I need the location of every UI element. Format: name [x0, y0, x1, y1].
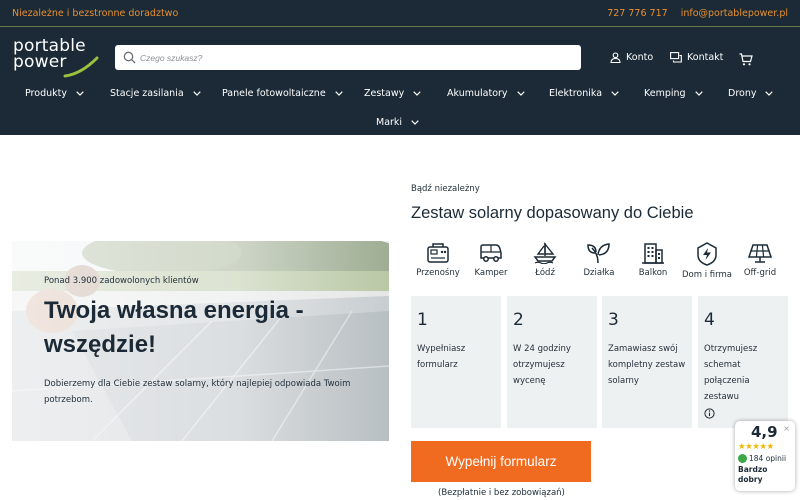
step-number: 3 — [608, 310, 619, 330]
rating-stars: ★★★★★ — [738, 442, 774, 452]
category-przenosny[interactable]: Przenośny — [408, 242, 468, 278]
chevron-down-icon — [192, 91, 201, 96]
nav-item-akumulatory[interactable]: Akumulatory — [447, 88, 525, 99]
category-kamper[interactable]: Kamper — [461, 242, 521, 278]
nav-label: Stacje zasilania — [110, 88, 184, 99]
rating-count: 184 opinii — [738, 454, 786, 463]
bolt-shield-icon — [697, 242, 717, 266]
chevron-down-icon — [76, 91, 84, 96]
main-navigation: Produkty Stacje zasilania Panele fotowol… — [0, 88, 800, 128]
nav-label: Marki — [376, 117, 403, 128]
nav-label: Elektronika — [549, 88, 603, 99]
chevron-down-icon — [411, 120, 419, 125]
building-icon — [642, 243, 664, 264]
camper-icon — [480, 244, 502, 262]
nav-label: Akumulatory — [447, 88, 508, 99]
category-label: Balkon — [638, 268, 668, 278]
nav-label: Zestawy — [364, 88, 405, 99]
chevron-down-icon — [413, 91, 421, 96]
step-card-1: 1 Wypełniasz formularz — [411, 296, 501, 428]
step-number: 2 — [513, 310, 524, 330]
nav-label: Kemping — [644, 88, 686, 99]
offer-title: Zestaw solarny dopasowany do Ciebie — [411, 204, 694, 222]
nav-item-panele-fotowoltaiczne[interactable]: Panele fotowoltaiczne — [222, 88, 343, 99]
nav-item-marki[interactable]: Marki — [376, 117, 419, 128]
hero-description: Dobierzemy dla Ciebie zestaw solarny, kt… — [44, 379, 351, 405]
offer-eyebrow: Bądź niezależny — [411, 184, 480, 194]
chevron-down-icon — [694, 91, 703, 96]
topbar-contacts: 727 776 717 info@portablepower.pl — [597, 8, 788, 19]
chevron-down-icon — [516, 91, 525, 96]
rating-count-label: 184 opinii — [749, 454, 787, 463]
topbar-tagline: Niezależne i bezstronne doradztwo — [12, 8, 179, 19]
category-label: Off-grid — [743, 268, 777, 278]
nav-label: Drony — [728, 88, 757, 99]
info-icon[interactable] — [704, 408, 715, 419]
hero-title: Twoja własna energia - wszędzie! — [44, 297, 304, 358]
category-dom-i-firma[interactable]: Dom i firma — [677, 242, 737, 280]
category-lodz[interactable]: Łódź — [515, 242, 575, 278]
step-number: 1 — [417, 310, 428, 330]
chevron-down-icon — [611, 91, 619, 96]
category-label: Przenośny — [416, 268, 460, 278]
search-icon — [123, 51, 136, 64]
portable-station-icon — [427, 243, 449, 263]
step-text: Otrzymujesz schemat połączenia zestawu — [704, 344, 758, 402]
category-label: Dom i firma — [682, 270, 732, 280]
fill-form-button[interactable]: Wypełnij formularz — [411, 441, 591, 482]
search-bar — [115, 45, 581, 70]
nav-item-drony[interactable]: Drony — [728, 88, 774, 99]
cart-button[interactable] — [739, 51, 753, 70]
nav-item-kemping[interactable]: Kemping — [644, 88, 703, 99]
contact-link[interactable]: Kontakt — [670, 52, 723, 63]
nav-label: Panele fotowoltaiczne — [222, 88, 326, 99]
category-off-grid[interactable]: Off-grid — [730, 242, 790, 278]
rating-score: 4,9 — [751, 423, 778, 441]
step-card-2: 2 W 24 godziny otrzymujesz wycenę — [507, 296, 597, 428]
category-label: Kamper — [474, 268, 508, 278]
category-label: Działka — [583, 268, 615, 278]
chevron-down-icon — [334, 91, 343, 96]
category-label: Łódź — [535, 268, 555, 278]
step-text: Zamawiasz swój kompletny zestaw solarny — [608, 344, 686, 386]
chevron-down-icon — [765, 91, 774, 96]
site-header: Niezależne i bezstronne doradztwo 727 77… — [0, 0, 800, 135]
category-dzialka[interactable]: Działka — [569, 242, 629, 278]
cta-note: (Bezpłatnie i bez zobowiązań) — [438, 488, 565, 498]
step-card-4: 4 Otrzymujesz schemat połączenia zestawu — [698, 296, 788, 428]
site-logo[interactable]: portable power — [13, 38, 99, 80]
step-card-3: 3 Zamawiasz swój kompletny zestaw solarn… — [602, 296, 692, 428]
category-balkon[interactable]: Balkon — [623, 242, 683, 278]
chat-icon — [670, 52, 682, 63]
cart-icon — [739, 53, 753, 66]
step-text: Wypełniasz formularz — [417, 344, 466, 370]
topbar-email-link[interactable]: info@portablepower.pl — [681, 8, 788, 19]
search-input[interactable] — [140, 45, 570, 70]
user-icon — [610, 52, 621, 63]
leaf-icon — [587, 243, 610, 264]
solar-panel-icon — [748, 244, 772, 263]
nav-item-produkty[interactable]: Produkty — [25, 88, 84, 99]
account-label: Konto — [626, 52, 654, 63]
rating-widget[interactable]: 4,9 × ★★★★★ 184 opinii Bardzo dobry — [735, 421, 795, 491]
close-icon[interactable]: × — [783, 424, 790, 433]
topbar-phone-link[interactable]: 727 776 717 — [607, 8, 667, 19]
verified-check-icon — [738, 454, 747, 463]
boat-icon — [533, 242, 557, 264]
step-text: W 24 godziny otrzymujesz wycenę — [513, 344, 571, 386]
nav-label: Produkty — [25, 88, 67, 99]
hero-subtitle: Ponad 3.900 zadowolonych klientów — [44, 276, 199, 286]
nav-item-stacje-zasilania[interactable]: Stacje zasilania — [110, 88, 201, 99]
nav-item-elektronika[interactable]: Elektronika — [549, 88, 619, 99]
hero-banner: Ponad 3.900 zadowolonych klientów Twoja … — [12, 241, 389, 441]
logo-swoosh-icon — [63, 56, 99, 78]
nav-item-zestawy[interactable]: Zestawy — [364, 88, 421, 99]
account-link[interactable]: Konto — [610, 52, 653, 63]
top-bar: Niezależne i bezstronne doradztwo 727 77… — [0, 0, 800, 27]
step-number: 4 — [704, 310, 715, 330]
contact-label: Kontakt — [687, 52, 724, 63]
rating-label: Bardzo dobry — [738, 465, 768, 484]
